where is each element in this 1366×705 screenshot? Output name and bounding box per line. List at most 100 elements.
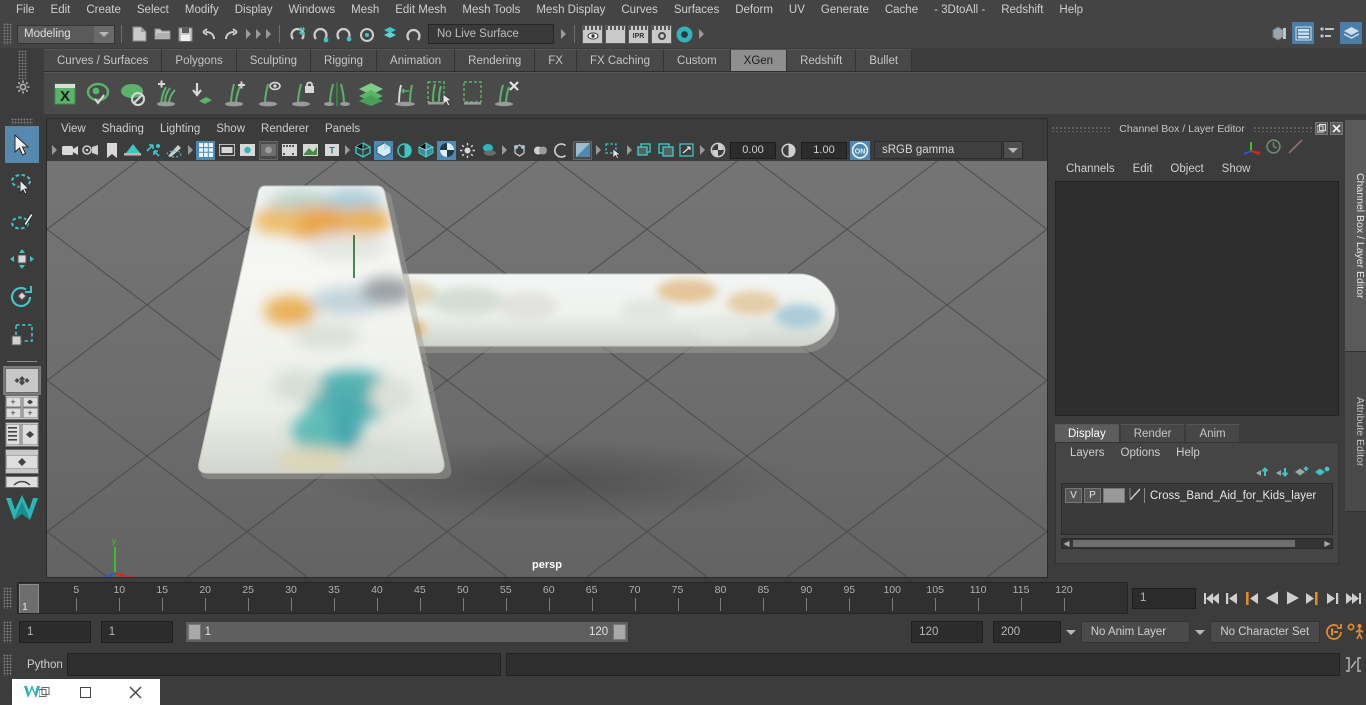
layer-list-horizontal-scrollbar[interactable]: ◀ ▶ [1061, 538, 1333, 549]
command-line-grip[interactable] [3, 653, 12, 676]
menu-set-selector[interactable]: Modeling [17, 24, 115, 44]
render-current-frame-icon[interactable] [582, 24, 603, 44]
color-management-field[interactable]: sRGB gamma [874, 141, 1002, 159]
menu-item-windows[interactable]: Windows [280, 0, 343, 20]
time-slider-grip[interactable] [3, 587, 12, 609]
move-tool-icon[interactable] [5, 240, 39, 277]
scrollbar-thumb[interactable] [1073, 540, 1295, 547]
new-scene-icon[interactable] [129, 24, 150, 45]
dock-tab-channel-box-layer-editor[interactable]: Channel Box / Layer Editor [1345, 120, 1366, 352]
shelf-tab-sculpting[interactable]: Sculpting [236, 49, 312, 71]
viewport-menu-show[interactable]: Show [208, 123, 253, 135]
menu-item-surfaces[interactable]: Surfaces [666, 0, 727, 20]
layer-tab-display[interactable]: Display [1055, 424, 1119, 442]
close-window-icon[interactable] [111, 679, 160, 705]
create-layer-from-selected-icon[interactable] [1312, 464, 1332, 480]
viewport-menu-panels[interactable]: Panels [317, 123, 368, 135]
snapshot-icon[interactable] [656, 141, 675, 160]
table-row[interactable]: V P Cross_Band_Aid_for_Kids_layer [1065, 487, 1329, 504]
isolate-select-icon[interactable] [604, 141, 623, 160]
menu-item-mesh[interactable]: Mesh [343, 0, 387, 20]
menu-item-redshift[interactable]: Redshift [993, 0, 1051, 20]
selection-mask-expander-2[interactable] [255, 25, 261, 43]
animation-start-time-field[interactable]: 1 [18, 621, 91, 643]
scroll-left-arrow[interactable]: ◀ [1062, 539, 1071, 548]
auto-keyframe-icon[interactable] [1324, 621, 1344, 643]
layer-tab-render[interactable]: Render [1120, 424, 1185, 442]
tool-settings-icon[interactable] [1316, 22, 1338, 44]
use-default-lighting-icon[interactable] [458, 141, 477, 160]
character-set-field[interactable]: No Character Set [1210, 621, 1321, 643]
xray-joints-icon[interactable] [531, 141, 550, 160]
texture-display-icon[interactable] [437, 140, 456, 160]
shelf-tab-xgen[interactable]: XGen [730, 49, 788, 71]
shelf-tab-polygons[interactable]: Polygons [162, 49, 237, 71]
display-layer-list[interactable]: V P Cross_Band_Aid_for_Kids_layer [1061, 483, 1333, 535]
persp-graph-layout-icon[interactable] [5, 476, 39, 488]
layer-menu-help[interactable]: Help [1168, 447, 1208, 459]
film-gate-mask-icon[interactable] [280, 141, 299, 160]
render-settings-icon[interactable] [651, 24, 672, 44]
text-overlay-icon[interactable]: T [322, 141, 341, 160]
shelf-tab-fx[interactable]: FX [535, 49, 577, 71]
panel-grip-right[interactable] [1252, 125, 1313, 132]
single-pane-layout-icon[interactable] [3, 366, 41, 395]
modeling-toolkit-icon[interactable] [1268, 22, 1290, 44]
anim-layer-dropdown-arrow[interactable] [1061, 621, 1081, 643]
menu-item-uv[interactable]: UV [781, 0, 813, 20]
current-time-indicator[interactable]: 1 [19, 584, 39, 613]
xgen-select-guide-icon[interactable] [252, 75, 286, 113]
xray-active-components-icon[interactable] [552, 141, 571, 160]
menu-item-display[interactable]: Display [227, 0, 281, 20]
xgen-import-icon[interactable] [184, 75, 218, 113]
color-management-dropdown-arrow[interactable] [1003, 141, 1023, 159]
play-forwards-icon[interactable] [1282, 587, 1302, 609]
range-end-handle[interactable] [613, 624, 627, 640]
snap-to-projected-center-icon[interactable] [356, 24, 377, 45]
channel-box-speed-icon[interactable] [1265, 138, 1287, 158]
viewport-menu-view[interactable]: View [53, 123, 94, 135]
attribute-editor-icon[interactable] [1292, 22, 1314, 44]
selection-mask-expander-3[interactable] [265, 25, 271, 43]
dock-tab-attribute-editor[interactable]: Attribute Editor [1345, 352, 1366, 512]
viewport-menu-lighting[interactable]: Lighting [152, 123, 208, 135]
rotate-tool-icon[interactable] [5, 278, 39, 315]
menu-item-curves[interactable]: Curves [613, 0, 665, 20]
step-back-frame-icon[interactable] [1242, 587, 1262, 609]
show-manipulator-icon[interactable] [635, 141, 654, 160]
camera-select-icon[interactable] [60, 141, 79, 160]
range-slider-bar[interactable]: 1 120 [184, 621, 630, 643]
anim-layer-field[interactable]: No Anim Layer [1080, 621, 1191, 643]
step-forward-frame-icon[interactable] [1302, 587, 1322, 609]
exposure-gamma-toggle-icon[interactable] [573, 140, 592, 160]
exposure-field[interactable]: 0.00 [730, 141, 776, 159]
current-frame-field[interactable]: 1 [1132, 587, 1196, 609]
viewport-expander-7[interactable] [699, 141, 705, 159]
channel-box-menu-show[interactable]: Show [1213, 163, 1260, 175]
character-set-dropdown-arrow[interactable] [1190, 621, 1210, 643]
menu-item-edit[interactable]: Edit [43, 0, 79, 20]
command-language-label[interactable]: Python [15, 659, 67, 671]
ipr-label-icon[interactable]: IPR [628, 24, 649, 44]
layer-menu-options[interactable]: Options [1113, 447, 1169, 459]
gamma-field[interactable]: 1.00 [801, 141, 847, 159]
3d-viewport[interactable]: y z persp [47, 161, 1047, 577]
undo-icon[interactable] [198, 24, 219, 45]
menu-item-mesh-display[interactable]: Mesh Display [528, 0, 613, 20]
two-d-pan-zoom-icon[interactable] [144, 141, 163, 160]
resolution-gate-icon[interactable] [238, 141, 257, 160]
layer-visibility-toggle[interactable]: V [1065, 488, 1082, 503]
viewport-expander-6[interactable] [626, 141, 632, 159]
live-surface-field[interactable]: No Live Surface [428, 24, 554, 44]
range-start-handle[interactable] [187, 624, 201, 640]
image-plane-icon[interactable] [123, 141, 142, 160]
shade-options-icon[interactable] [395, 141, 414, 160]
scroll-right-arrow[interactable]: ▶ [1323, 539, 1332, 548]
smooth-shade-all-icon[interactable] [374, 140, 393, 160]
shelf-tab-animation[interactable]: Animation [377, 49, 456, 71]
panel-undock-icon[interactable] [1315, 122, 1328, 135]
shelf-tab-curves-surfaces[interactable]: Curves / Surfaces [44, 49, 163, 71]
shelf-tab-custom[interactable]: Custom [664, 49, 731, 71]
script-editor-icon[interactable] [1340, 653, 1366, 676]
render-expander[interactable] [560, 25, 566, 43]
